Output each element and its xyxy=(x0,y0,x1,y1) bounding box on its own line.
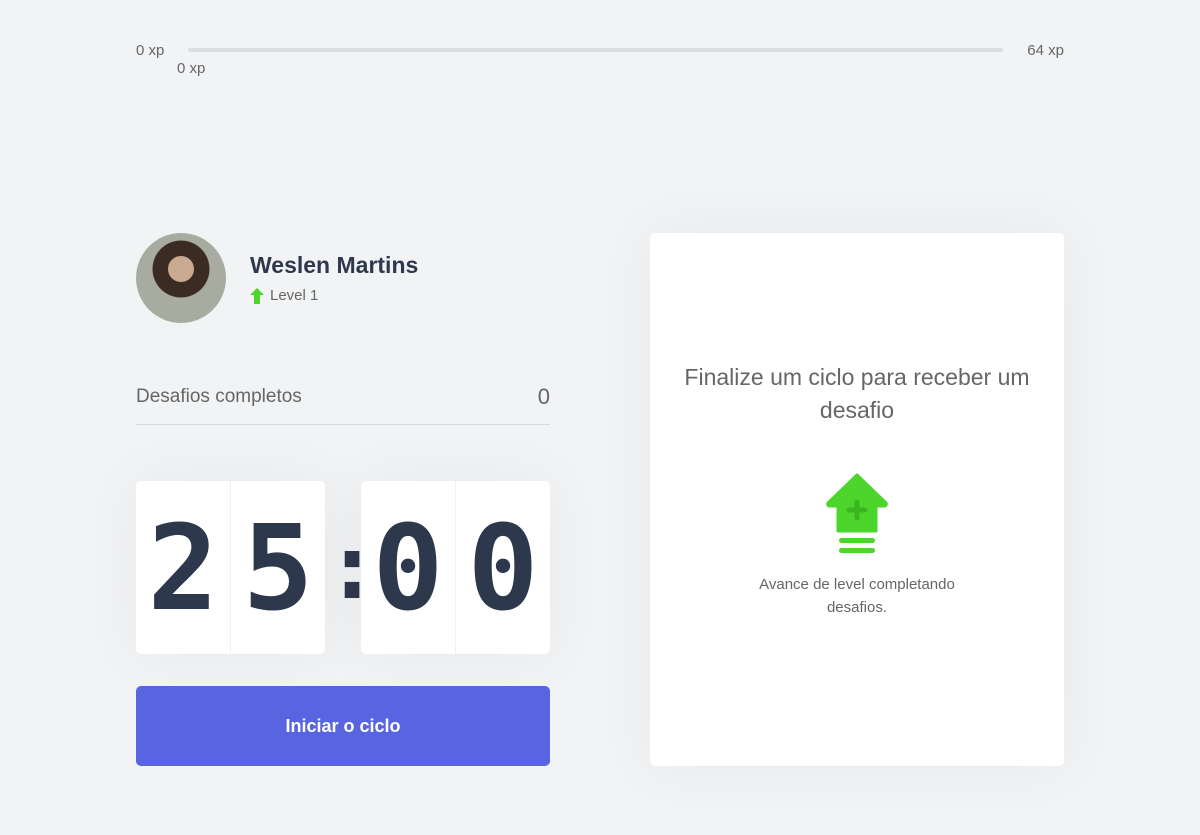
xp-max: 64 xp xyxy=(1027,41,1064,59)
minute-digit: 5 xyxy=(242,498,314,637)
countdown: 25 : 00 xyxy=(136,481,550,654)
challenge-box-title: Finalize um ciclo para receber um desafi… xyxy=(684,363,1030,423)
xp-min: 0 xp xyxy=(136,41,165,59)
challenge-box-text: Avance de level completando desafios. xyxy=(759,575,955,616)
profile: Weslen Martins Level 1 xyxy=(136,233,418,323)
profile-name: Weslen Martins xyxy=(250,252,419,278)
seconds: 00 xyxy=(361,481,550,654)
xp-track xyxy=(188,48,1004,52)
profile-level: Level 1 xyxy=(250,287,418,304)
start-cycle-button[interactable]: Iniciar o ciclo xyxy=(136,686,550,766)
challenges-label: Desafios completos xyxy=(136,386,302,407)
second-digit: 0 xyxy=(361,481,456,654)
level-arrow-icon xyxy=(250,287,264,304)
challenges-count: 0 xyxy=(537,384,550,409)
challenge-box: Finalize um ciclo para receber um desafi… xyxy=(650,233,1064,766)
experience-bar: 0 xp 64 xp xyxy=(136,40,1064,60)
separator: : xyxy=(325,515,380,620)
level-label: Level 1 xyxy=(270,287,319,304)
xp-current: 0 xp xyxy=(177,60,206,77)
completed-challenges: Desafios completos 0 xyxy=(136,370,550,425)
minutes: 25 xyxy=(136,481,325,654)
level-up-icon xyxy=(826,473,888,553)
second-digit: 0 xyxy=(467,498,539,637)
avatar xyxy=(136,233,226,323)
minute-digit: 2 xyxy=(136,481,231,654)
